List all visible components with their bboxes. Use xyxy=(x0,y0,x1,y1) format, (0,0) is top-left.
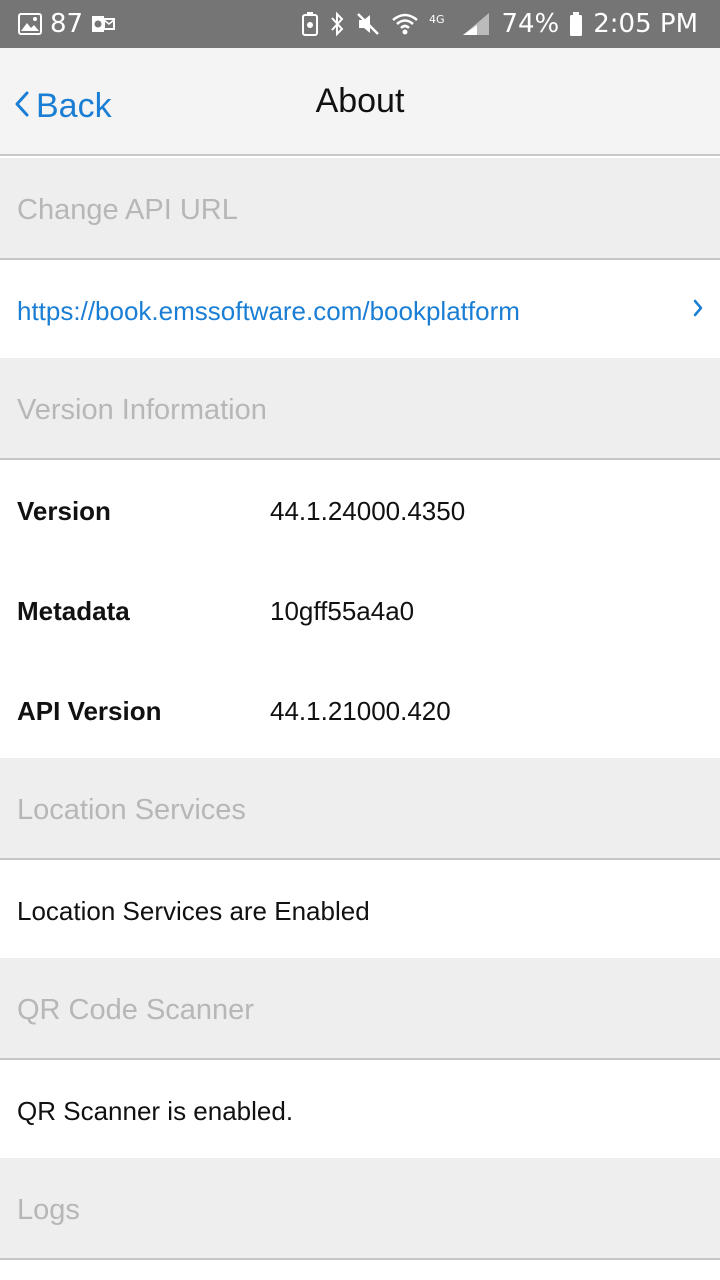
wifi-icon xyxy=(391,12,419,36)
section-header-version-info: Version Information xyxy=(0,358,720,460)
section-header-label: Version Information xyxy=(17,394,267,426)
section-header-label: Change API URL xyxy=(17,194,238,226)
outlook-icon xyxy=(91,13,116,35)
lte-signal-icon: 4G xyxy=(429,11,491,37)
api-version-row: API Version 44.1.21000.420 xyxy=(0,660,720,760)
status-bar: 87 4G 74% 2:05 PM xyxy=(0,0,720,48)
network-type: 4G xyxy=(429,13,445,26)
chevron-right-icon xyxy=(692,298,704,323)
section-header-logs[interactable]: Logs xyxy=(0,1158,720,1260)
qr-status-row: QR Scanner is enabled. xyxy=(0,1060,720,1160)
section-header-label: Logs xyxy=(17,1194,80,1226)
section-header-location: Location Services xyxy=(0,758,720,860)
battery-saver-icon xyxy=(301,11,319,37)
api-version-value: 44.1.21000.420 xyxy=(270,696,451,726)
version-value: 44.1.24000.4350 xyxy=(270,496,466,526)
section-header-qr: QR Code Scanner xyxy=(0,958,720,1060)
page-title: About xyxy=(315,82,405,120)
version-row: Version 44.1.24000.4350 xyxy=(0,460,720,560)
metadata-value: 10gff55a4a0 xyxy=(270,596,415,626)
gallery-icon xyxy=(18,13,42,35)
location-status: Location Services are Enabled xyxy=(17,896,370,926)
mute-icon xyxy=(355,11,381,37)
api-url-link[interactable]: https://book.emssoftware.com/bookplatfor… xyxy=(17,296,520,327)
metadata-key: Metadata xyxy=(17,596,130,626)
api-url-row[interactable]: https://book.emssoftware.com/bookplatfor… xyxy=(0,260,720,360)
version-key: Version xyxy=(17,496,111,526)
section-header-label: QR Code Scanner xyxy=(17,994,254,1026)
navigation-bar: Back About xyxy=(0,48,720,156)
bluetooth-icon xyxy=(329,11,345,37)
location-status-row: Location Services are Enabled xyxy=(0,860,720,960)
notification-count: 87 xyxy=(50,9,84,39)
battery-percent: 74% xyxy=(501,9,560,39)
section-header-api-url: Change API URL xyxy=(0,158,720,260)
battery-icon xyxy=(569,11,583,37)
qr-status: QR Scanner is enabled. xyxy=(17,1096,294,1126)
section-header-label: Location Services xyxy=(17,794,246,826)
metadata-row: Metadata 10gff55a4a0 xyxy=(0,560,720,660)
clock: 2:05 PM xyxy=(593,9,698,39)
api-version-key: API Version xyxy=(17,696,162,726)
